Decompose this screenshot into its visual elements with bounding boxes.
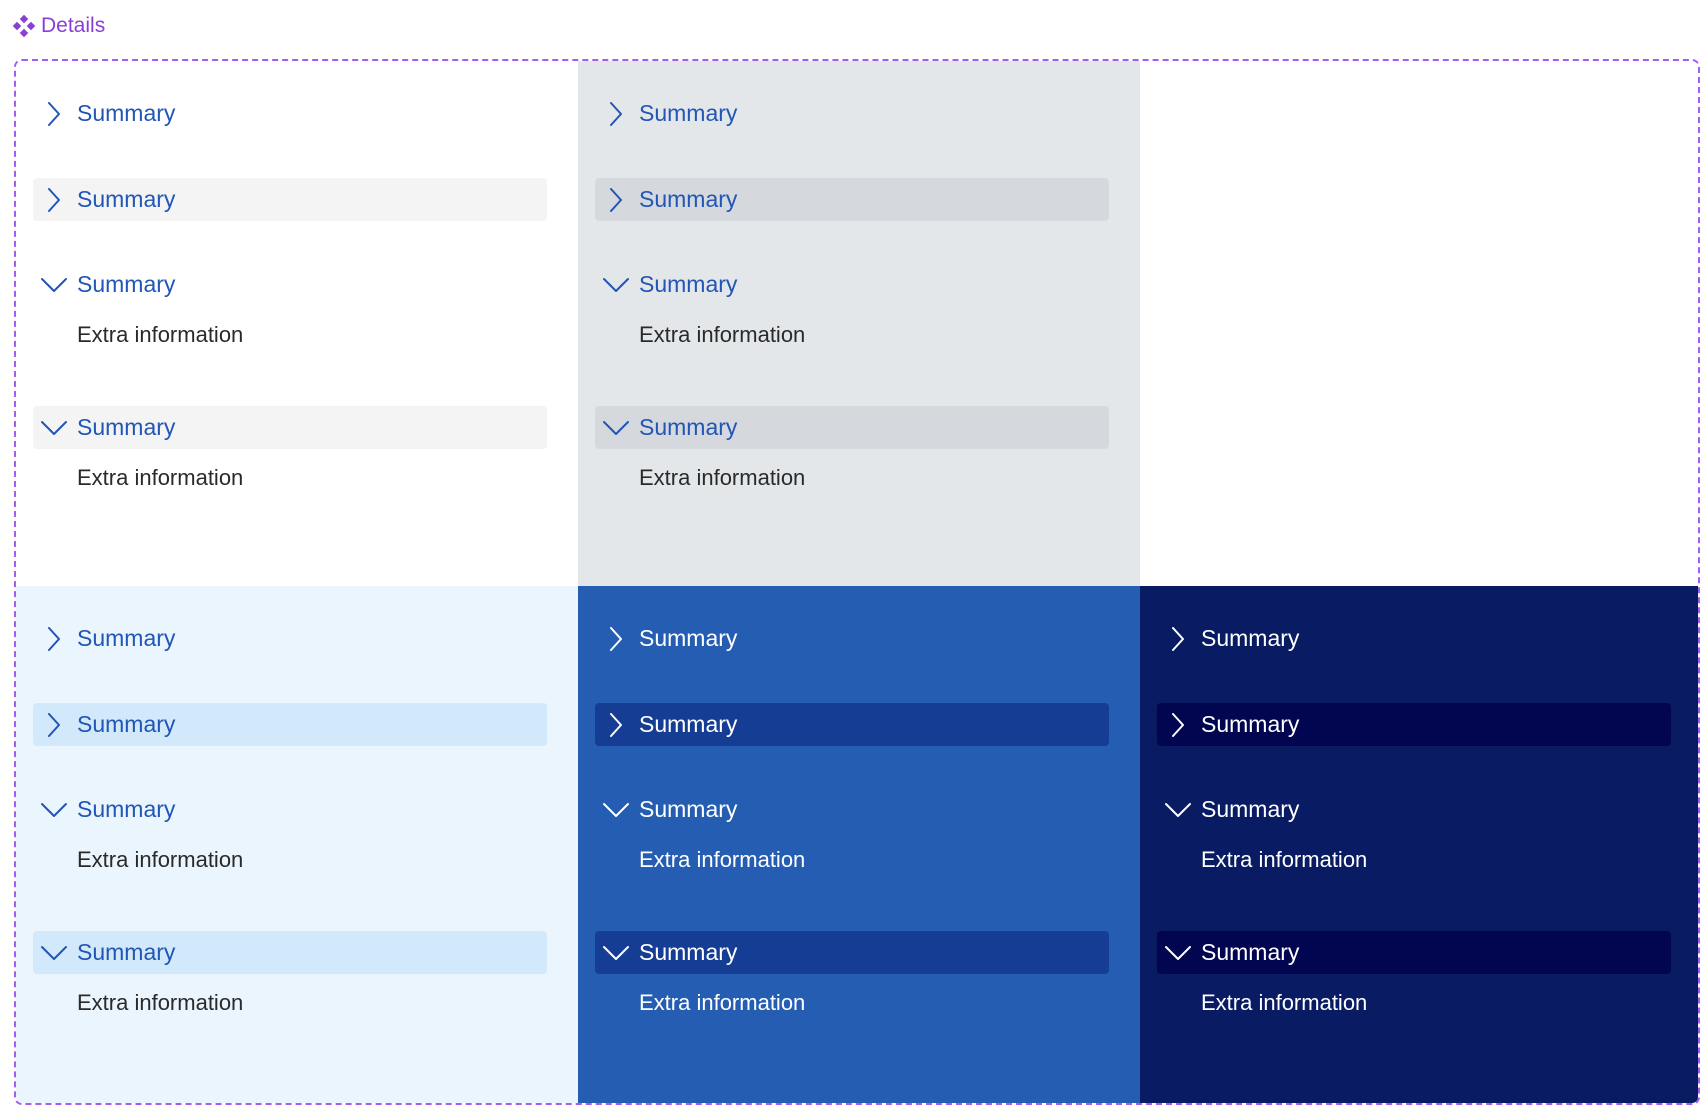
details-item: Summary Extra information [33, 931, 547, 1020]
details-item: Summary [33, 617, 547, 660]
summary-label: Summary [77, 100, 176, 126]
details-summary[interactable]: Summary [33, 931, 547, 974]
summary-label: Summary [77, 271, 176, 297]
details-summary[interactable]: Summary [595, 263, 1109, 306]
summary-label: Summary [77, 625, 176, 651]
details-summary[interactable]: Summary [33, 617, 547, 660]
details-summary[interactable]: Summary [33, 788, 547, 831]
summary-label: Summary [639, 711, 738, 737]
chevron-down-icon [1165, 797, 1191, 823]
details-summary[interactable]: Summary [595, 617, 1109, 660]
summary-label: Summary [1201, 939, 1300, 965]
details-item: Summary [1157, 617, 1671, 660]
details-extra-information: Extra information [639, 990, 806, 1015]
summary-label: Summary [77, 414, 176, 440]
details-extra-information: Extra information [77, 322, 244, 347]
chevron-right-icon [1165, 626, 1191, 652]
chevron-down-icon [603, 272, 629, 298]
details-extra-information: Extra information [639, 465, 806, 490]
details-cell-light-blue: Summary Summary Summary Extra information Su… [16, 586, 578, 1103]
details-item: Summary [595, 178, 1109, 221]
details-item: Summary Extra information [595, 263, 1109, 352]
summary-label: Summary [639, 625, 738, 651]
details-summary[interactable]: Summary [595, 931, 1109, 974]
details-summary[interactable]: Summary [33, 406, 547, 449]
chevron-right-icon [41, 712, 67, 738]
details-item: Summary Extra information [595, 931, 1109, 1020]
chevron-down-icon [603, 415, 629, 441]
component-diamond-icon [12, 14, 36, 38]
details-summary[interactable]: Summary [595, 406, 1109, 449]
details-item: Summary Extra information [1157, 931, 1671, 1020]
chevron-down-icon [41, 797, 67, 823]
chevron-down-icon [603, 797, 629, 823]
details-summary[interactable]: Summary [595, 703, 1109, 746]
summary-label: Summary [77, 796, 176, 822]
summary-label: Summary [639, 796, 738, 822]
summary-label: Summary [77, 711, 176, 737]
details-cell-white: Summary Summary Summary Extra information Su… [16, 61, 578, 586]
chevron-right-icon [41, 626, 67, 652]
details-cell-blue: Summary Summary Summary Extra information Su… [578, 586, 1140, 1103]
details-extra-information: Extra information [1201, 990, 1368, 1015]
details-item: Summary [595, 617, 1109, 660]
chevron-down-icon [603, 940, 629, 966]
summary-label: Summary [639, 271, 738, 297]
details-summary[interactable]: Summary [33, 263, 547, 306]
chevron-down-icon [41, 940, 67, 966]
summary-label: Summary [77, 939, 176, 965]
chevron-right-icon [1165, 712, 1191, 738]
details-summary[interactable]: Summary [1157, 788, 1671, 831]
details-cell-navy: Summary Summary Summary Extra information Su… [1140, 586, 1698, 1103]
chevron-right-icon [603, 101, 629, 127]
details-variants-frame: Summary Summary Summary Extra information Su… [14, 59, 1700, 1105]
chevron-down-icon [41, 272, 67, 298]
chevron-right-icon [41, 187, 67, 213]
details-summary[interactable]: Summary [1157, 617, 1671, 660]
chevron-down-icon [41, 415, 67, 441]
details-extra-information: Extra information [77, 465, 244, 490]
chevron-down-icon [1165, 940, 1191, 966]
details-summary[interactable]: Summary [33, 178, 547, 221]
details-extra-information: Extra information [77, 847, 244, 872]
details-summary[interactable]: Summary [595, 788, 1109, 831]
details-item: Summary Extra information [595, 788, 1109, 877]
details-item: Summary Extra information [1157, 788, 1671, 877]
details-item: Summary [33, 178, 547, 221]
details-summary[interactable]: Summary [595, 178, 1109, 221]
summary-label: Summary [77, 186, 176, 212]
details-item: Summary Extra information [33, 406, 547, 495]
details-item: Summary [595, 703, 1109, 746]
details-item: Summary Extra information [33, 788, 547, 877]
details-item: Summary [33, 703, 547, 746]
details-extra-information: Extra information [639, 847, 806, 872]
summary-label: Summary [639, 939, 738, 965]
summary-label: Summary [1201, 796, 1300, 822]
details-item: Summary Extra information [595, 406, 1109, 495]
details-item: Summary [595, 92, 1109, 135]
details-extra-information: Extra information [639, 322, 806, 347]
summary-label: Summary [1201, 625, 1300, 651]
details-summary[interactable]: Summary [33, 92, 547, 135]
summary-label: Summary [639, 414, 738, 440]
details-extra-information: Extra information [77, 990, 244, 1015]
chevron-right-icon [603, 626, 629, 652]
summary-label: Summary [639, 186, 738, 212]
component-title: Details [41, 14, 106, 37]
details-cell-grey: Summary Summary Summary Extra information Su… [578, 61, 1140, 586]
details-summary[interactable]: Summary [33, 703, 547, 746]
details-summary[interactable]: Summary [1157, 931, 1671, 974]
summary-label: Summary [1201, 711, 1300, 737]
details-extra-information: Extra information [1201, 847, 1368, 872]
details-item: Summary Extra information [33, 263, 547, 352]
chevron-right-icon [603, 187, 629, 213]
details-summary[interactable]: Summary [1157, 703, 1671, 746]
chevron-right-icon [41, 101, 67, 127]
component-header: Details [12, 14, 106, 38]
details-item: Summary [1157, 703, 1671, 746]
summary-label: Summary [639, 100, 738, 126]
chevron-right-icon [603, 712, 629, 738]
details-item: Summary [33, 92, 547, 135]
details-summary[interactable]: Summary [595, 92, 1109, 135]
